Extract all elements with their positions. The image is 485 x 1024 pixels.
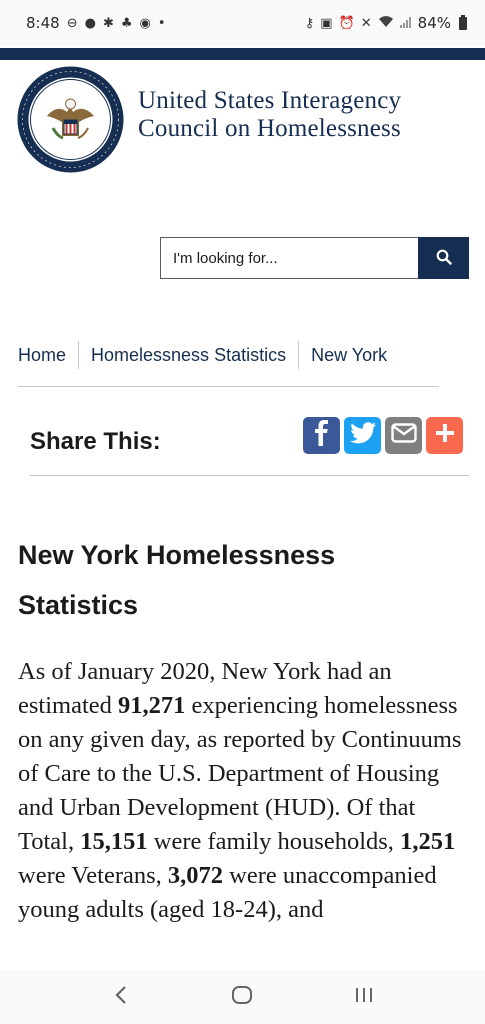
signal-icon	[399, 16, 412, 31]
share-email-button[interactable]	[385, 417, 422, 454]
recents-button[interactable]	[344, 977, 384, 1017]
family-households-count: 15,151	[80, 828, 148, 855]
status-right: ⚷ ▣ ⏰ ✕ 84%	[305, 14, 467, 32]
breadcrumb-home[interactable]: Home	[18, 341, 78, 369]
breadcrumb: Home Homelessness Statistics New York	[18, 340, 399, 370]
twitter-icon	[349, 422, 376, 449]
status-bar: 8:48 ⊖ ● ✱ ♣ ◉ • ⚷ ▣ ⏰ ✕ 84%	[0, 0, 485, 46]
wifi-icon	[378, 15, 394, 31]
search-input[interactable]	[160, 237, 418, 279]
battery-icon	[459, 14, 467, 30]
breadcrumb-new-york[interactable]: New York	[298, 341, 399, 369]
divider	[18, 386, 439, 387]
back-button[interactable]	[101, 977, 141, 1017]
slack-icon: ✱	[102, 15, 114, 31]
search-form	[160, 237, 469, 279]
lock-icon: ▣	[320, 15, 333, 31]
breadcrumb-homelessness-statistics[interactable]: Homelessness Statistics	[78, 341, 298, 369]
status-left: 8:48 ⊖ ● ✱ ♣ ◉ •	[26, 14, 166, 32]
top-band	[0, 48, 485, 60]
intro-text: were Veterans,	[18, 862, 168, 889]
status-time: 8:48	[26, 14, 60, 32]
site-title-line-1: United States Interagency	[138, 87, 402, 114]
messenger-icon: ●	[84, 15, 96, 31]
battery-percent: 84%	[417, 14, 451, 32]
search-button[interactable]	[418, 237, 469, 279]
usich-seal-logo[interactable]	[17, 66, 124, 173]
site-title-line-2: Council on Homelessness	[138, 115, 401, 142]
back-icon	[114, 985, 128, 1010]
mute-icon: ✕	[360, 15, 372, 31]
intro-text: were family households,	[147, 828, 401, 855]
plus-icon	[435, 423, 455, 448]
notification-icon: ♣	[120, 15, 133, 31]
veterans-count: 1,251	[400, 828, 456, 855]
search-icon	[436, 249, 452, 268]
dot-icon: •	[157, 15, 166, 31]
share-facebook-button[interactable]	[303, 417, 340, 454]
facebook-icon	[312, 420, 332, 451]
home-icon	[231, 985, 253, 1010]
system-nav-bar	[0, 970, 485, 1024]
share-more-button[interactable]	[426, 417, 463, 454]
share-label: Share This:	[30, 428, 161, 455]
recents-icon	[354, 985, 374, 1010]
site-header: United States Interagency Council on Hom…	[0, 60, 485, 180]
home-button[interactable]	[222, 977, 262, 1017]
share-buttons	[303, 417, 463, 454]
facebook-icon: ◉	[139, 15, 151, 31]
email-icon	[390, 423, 417, 448]
site-title[interactable]: United States Interagency Council on Hom…	[138, 87, 468, 143]
intro-paragraph: As of January 2020, New York had an esti…	[18, 655, 463, 970]
alarm-icon: ⏰	[338, 15, 355, 31]
divider	[30, 475, 469, 476]
key-icon: ⚷	[304, 15, 315, 31]
share-twitter-button[interactable]	[344, 417, 381, 454]
page-title: New York Homelessness Statistics	[18, 540, 336, 620]
young-adults-count: 3,072	[167, 862, 224, 889]
do-not-disturb-icon: ⊖	[66, 15, 78, 31]
total-count: 91,271	[118, 692, 186, 719]
